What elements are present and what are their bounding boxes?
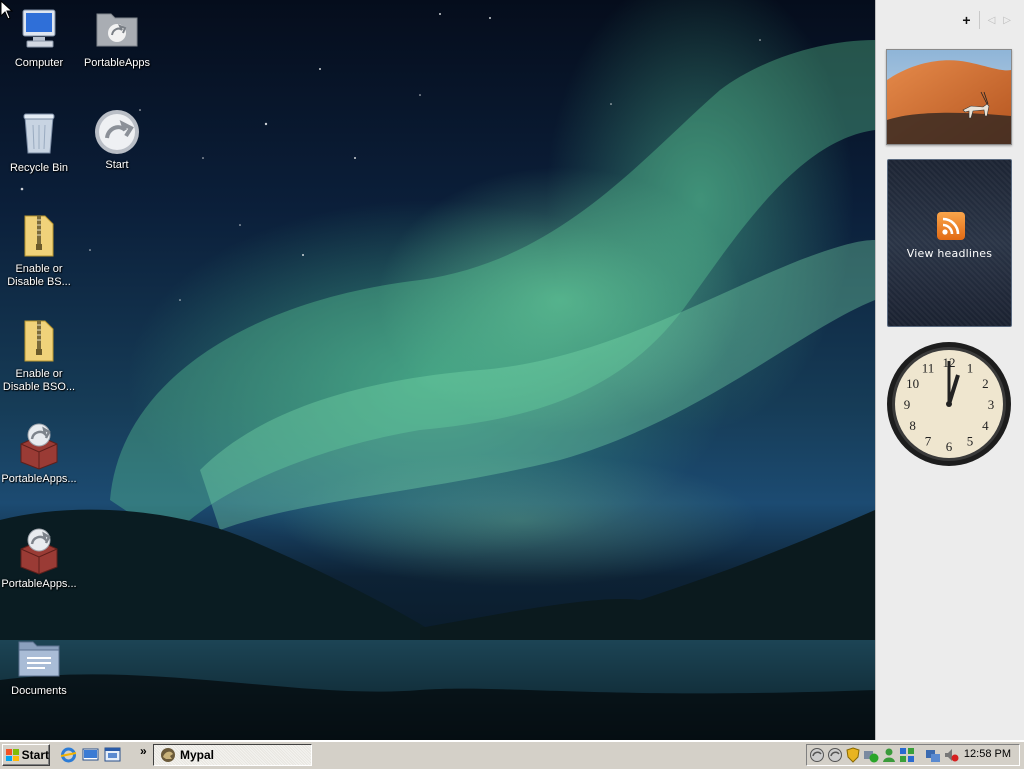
taskbar-button-mypal[interactable]: Mypal: [153, 744, 312, 766]
slideshow-gadget[interactable]: [886, 49, 1012, 145]
documents-folder-icon: [15, 634, 63, 682]
mouse-cursor-icon: [0, 0, 14, 20]
clock-numeral: 8: [909, 418, 916, 433]
zip-folder-icon: [15, 317, 63, 365]
folder-portableapps-icon: [93, 6, 141, 54]
clock-numeral: 3: [988, 397, 995, 412]
package-install-icon: [15, 527, 63, 575]
desktop-icon-label: Recycle Bin: [9, 162, 69, 174]
network-check-icon[interactable]: [863, 747, 879, 763]
desktop-icon-portableapps-installer-2[interactable]: PortableApps...: [0, 527, 78, 591]
start-button-label: Start: [21, 748, 49, 762]
clock-numeral: 1: [967, 361, 974, 376]
clock-numeral: 2: [982, 376, 989, 391]
show-desktop-icon[interactable]: [82, 746, 99, 763]
taskbar: Start » Mypal 12:58 PM: [0, 740, 1024, 769]
system-clock[interactable]: 12:58 PM: [964, 748, 1011, 760]
network-connections-icon[interactable]: [925, 747, 941, 763]
internet-explorer-icon[interactable]: [60, 746, 77, 763]
security-shield-icon[interactable]: [845, 747, 861, 763]
desktop-wallpaper: Computer PortableApps Recycle Bin Start …: [0, 0, 875, 740]
feed-headlines-gadget[interactable]: View headlines: [887, 159, 1012, 327]
user-green-icon[interactable]: [881, 747, 897, 763]
desktop-icon-label: Computer: [14, 57, 64, 69]
desktop-icon-start[interactable]: Start: [78, 108, 156, 172]
clock-numeral: 11: [922, 361, 935, 376]
start-button[interactable]: Start: [2, 744, 50, 766]
desert-oryx-photo: [887, 50, 1011, 144]
clock-numeral: 6: [946, 439, 953, 454]
desktop-icon-label: Enable or Disable BSO...: [2, 368, 76, 393]
desktop-icon-enable-disable-bs[interactable]: Enable or Disable BS...: [0, 212, 78, 289]
recycle-bin-icon: [15, 111, 63, 159]
desktop-icon-portableapps-installer-1[interactable]: PortableApps...: [0, 422, 78, 486]
computer-icon: [15, 6, 63, 54]
previous-page-button[interactable]: ◁: [988, 15, 996, 26]
quick-launch-overflow-chevron[interactable]: »: [140, 744, 147, 758]
portableapps-start-icon: [93, 108, 141, 156]
sidebar-toolbar: + ◁ ▷: [962, 10, 1011, 30]
tray-app-icon-1[interactable]: [809, 747, 825, 763]
next-page-button[interactable]: ▷: [1003, 15, 1011, 26]
zip-folder-icon: [15, 212, 63, 260]
desktop-icon-label: Documents: [11, 685, 67, 697]
clock-numeral: 4: [982, 418, 989, 433]
tray-app-icon-2[interactable]: [827, 747, 843, 763]
desktop-icon-label: Start: [105, 159, 129, 171]
rss-feed-icon: [937, 212, 965, 240]
clock-numeral: 7: [925, 433, 932, 448]
add-gadget-button[interactable]: +: [962, 12, 970, 28]
clock-numeral: 9: [904, 397, 911, 412]
desktop-icon-documents[interactable]: Documents: [0, 634, 78, 698]
volume-muted-icon[interactable]: [943, 747, 959, 763]
system-tray: 12:58 PM: [806, 744, 1020, 766]
desktop-icon-recycle-bin[interactable]: Recycle Bin: [0, 111, 78, 175]
windows-logo-icon: [6, 749, 19, 761]
view-headlines-label: View headlines: [906, 247, 993, 260]
clock-gadget[interactable]: 121234567891011: [886, 341, 1012, 467]
clock-numeral: 5: [967, 433, 974, 448]
desktop-icon-label: PortableApps...: [1, 578, 77, 590]
desktop-icon-label: PortableApps...: [1, 473, 77, 485]
quick-launch-toolbar: [60, 746, 121, 763]
windows-explorer-icon[interactable]: [104, 746, 121, 763]
analog-clock-face: 121234567891011: [887, 342, 1011, 466]
desktop-icon-enable-disable-bso[interactable]: Enable or Disable BSO...: [0, 317, 78, 394]
desktop-icon-label: Enable or Disable BS...: [7, 263, 71, 288]
desktop-icon-label: PortableApps: [83, 57, 151, 69]
clock-numeral: 10: [906, 376, 919, 391]
toolbar-divider: [978, 11, 980, 29]
mypal-browser-icon: [161, 748, 175, 762]
desktop-icon-portableapps-folder[interactable]: PortableApps: [78, 6, 156, 70]
taskbar-button-label: Mypal: [180, 748, 215, 762]
package-install-icon: [15, 422, 63, 470]
network-grid-icon[interactable]: [899, 747, 915, 763]
